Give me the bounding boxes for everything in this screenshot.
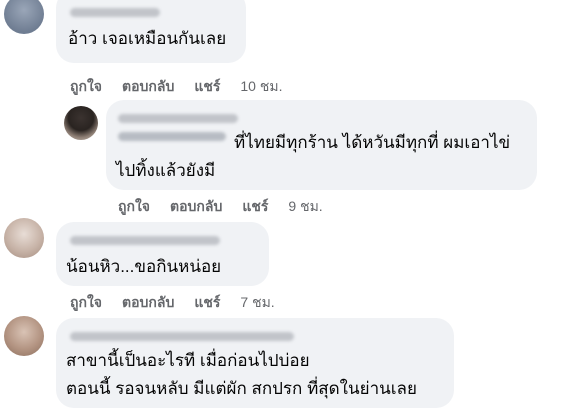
comment-3-actions: ถูกใจ ตอบกลับ แชร์ 7 ชม. (70, 292, 275, 314)
comment-2-reply-button[interactable]: ตอบกลับ (170, 196, 222, 218)
comment-2-like-button[interactable]: ถูกใจ (118, 196, 150, 218)
comment-1-like-button[interactable]: ถูกใจ (70, 76, 102, 98)
comment-4-text-line-1: สาขานี้เป็นอะไรที เมื่อก่อนไปบ่อย (66, 351, 310, 370)
commenter-1-avatar[interactable] (4, 0, 44, 34)
comment-1-reply-button[interactable]: ตอบกลับ (122, 76, 174, 98)
comment-2-actions: ถูกใจ ตอบกลับ แชร์ 9 ชม. (118, 196, 323, 218)
commenter-2-name-blurred[interactable] (118, 114, 238, 123)
commenter-4-name-blurred[interactable] (70, 332, 294, 341)
mentioned-user-blurred[interactable] (118, 132, 226, 141)
commenter-1-name-blurred[interactable] (70, 8, 160, 17)
commenter-3-avatar[interactable] (4, 218, 44, 258)
comment-thread: อ้าว เจอเหมือนกันเลย ถูกใจ ตอบกลับ แชร์ … (0, 0, 579, 411)
comment-2-share-button[interactable]: แชร์ (242, 196, 268, 218)
comment-3-bubble: น้อนหิว...ขอกินหน่อย (56, 222, 269, 286)
commenter-4-avatar[interactable] (4, 316, 44, 356)
comment-2-text-line-2: ไปทิ้งแล้วยังมี (116, 161, 216, 180)
comment-4-text-line-2: ตอนนี้ รอจนหลับ มีแต่ผัก สกปรก ที่สุดในย… (66, 379, 417, 398)
comment-3-share-button[interactable]: แชร์ (194, 292, 220, 314)
comment-1-timestamp[interactable]: 10 ชม. (240, 76, 282, 98)
comment-2-timestamp[interactable]: 9 ชม. (288, 196, 322, 218)
comment-4-bubble: สาขานี้เป็นอะไรที เมื่อก่อนไปบ่อย ตอนนี้… (56, 318, 454, 408)
comment-1-bubble: อ้าว เจอเหมือนกันเลย (56, 0, 246, 63)
comment-3-text: น้อนหิว...ขอกินหน่อย (66, 257, 222, 276)
comment-3-reply-button[interactable]: ตอบกลับ (122, 292, 174, 314)
comment-1-share-button[interactable]: แชร์ (194, 76, 220, 98)
commenter-2-avatar[interactable] (64, 106, 98, 140)
comment-1-actions: ถูกใจ ตอบกลับ แชร์ 10 ชม. (70, 76, 282, 98)
commenter-3-name-blurred[interactable] (70, 236, 220, 245)
comment-3-like-button[interactable]: ถูกใจ (70, 292, 102, 314)
comment-2-text-line-1: ที่ไทยมีทุกร้าน ได้หวันมีทุกที่ ผมเอาไข่ (234, 133, 511, 152)
comment-1-text: อ้าว เจอเหมือนกันเลย (68, 29, 227, 48)
comment-2-bubble: ที่ไทยมีทุกร้าน ได้หวันมีทุกที่ ผมเอาไข่… (106, 100, 537, 190)
comment-3-timestamp[interactable]: 7 ชม. (240, 292, 274, 314)
